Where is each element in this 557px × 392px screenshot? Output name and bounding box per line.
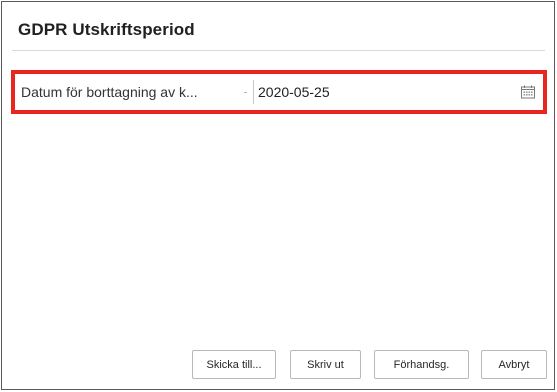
date-field-row: Datum för borttagning av k... bbox=[19, 78, 539, 106]
highlighted-date-field: Datum för borttagning av k... bbox=[11, 70, 547, 114]
preview-button[interactable]: Förhandsg. bbox=[374, 350, 469, 379]
removal-date-input[interactable] bbox=[258, 84, 498, 100]
cancel-button[interactable]: Avbryt bbox=[481, 350, 547, 379]
label-separator-dot bbox=[244, 92, 247, 93]
removal-date-label: Datum för borttagning av k... bbox=[19, 78, 253, 106]
title-divider bbox=[12, 50, 545, 51]
calendar-icon[interactable] bbox=[521, 85, 535, 99]
removal-date-input-wrapper bbox=[254, 78, 539, 106]
gdpr-print-period-dialog: GDPR Utskriftsperiod Datum för borttagni… bbox=[1, 1, 555, 390]
removal-date-label-text: Datum för borttagning av k... bbox=[21, 84, 198, 100]
print-button[interactable]: Skriv ut bbox=[290, 350, 361, 379]
dialog-title: GDPR Utskriftsperiod bbox=[18, 20, 195, 39]
send-to-button[interactable]: Skicka till... bbox=[192, 350, 276, 379]
